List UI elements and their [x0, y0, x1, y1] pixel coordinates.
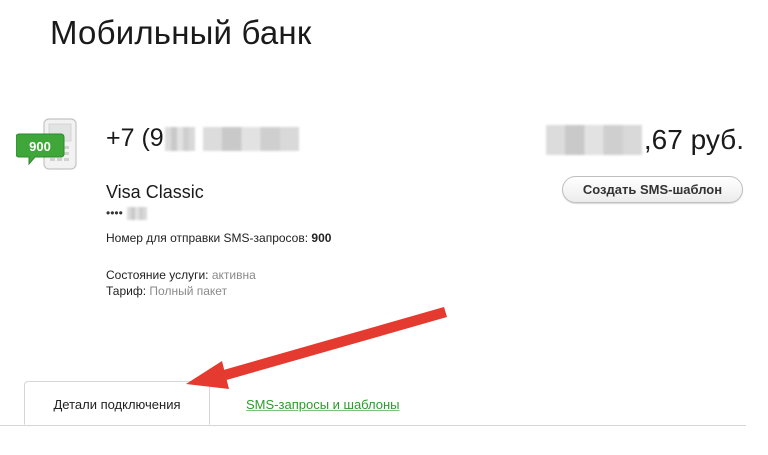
tariff-label: Тариф: — [106, 284, 147, 298]
page: Мобильный банк 900 +7 (9 ,67 руб. Создат… — [0, 0, 768, 455]
sms-number-label: Номер для отправки SMS-запросов: — [106, 231, 309, 245]
create-sms-template-button[interactable]: Создать SMS-шаблон — [562, 176, 743, 203]
service-status-label: Состояние услуги: — [106, 268, 209, 282]
redacted-phone-part — [202, 126, 299, 151]
phone-number: +7 (9 — [106, 124, 299, 153]
tabs-divider — [0, 425, 746, 426]
tariff-value: Полный пакет — [149, 284, 228, 298]
redacted-balance-part — [545, 125, 642, 155]
balance: ,67 руб. — [545, 124, 744, 156]
tab-connection-details-label: Детали подключения — [53, 396, 181, 412]
phone-number-prefix: +7 (9 — [106, 124, 164, 152]
sms-number-line: Номер для отправки SMS-запросов: 900 — [106, 231, 331, 245]
icon-badge-text: 900 — [29, 139, 51, 154]
redacted-card-digits — [126, 206, 147, 220]
redacted-phone-part — [164, 126, 195, 151]
mobile-phone-icon: 900 — [16, 118, 77, 170]
service-status-line: Состояние услуги: активна — [106, 268, 256, 282]
tariff-line: Тариф: Полный пакет — [106, 284, 227, 298]
service-status-value: активна — [211, 268, 256, 282]
sms-number-value: 900 — [311, 231, 332, 245]
balance-suffix: ,67 руб. — [643, 124, 744, 155]
card-number-mask: •••• — [106, 206, 147, 220]
card-mask-dots: •••• — [106, 206, 123, 220]
page-title: Мобильный банк — [50, 14, 312, 51]
tab-connection-details[interactable]: Детали подключения — [24, 381, 210, 425]
card-name: Visa Classic — [106, 182, 204, 202]
tab-sms-requests-and-templates[interactable]: SMS-запросы и шаблоны — [246, 397, 400, 412]
